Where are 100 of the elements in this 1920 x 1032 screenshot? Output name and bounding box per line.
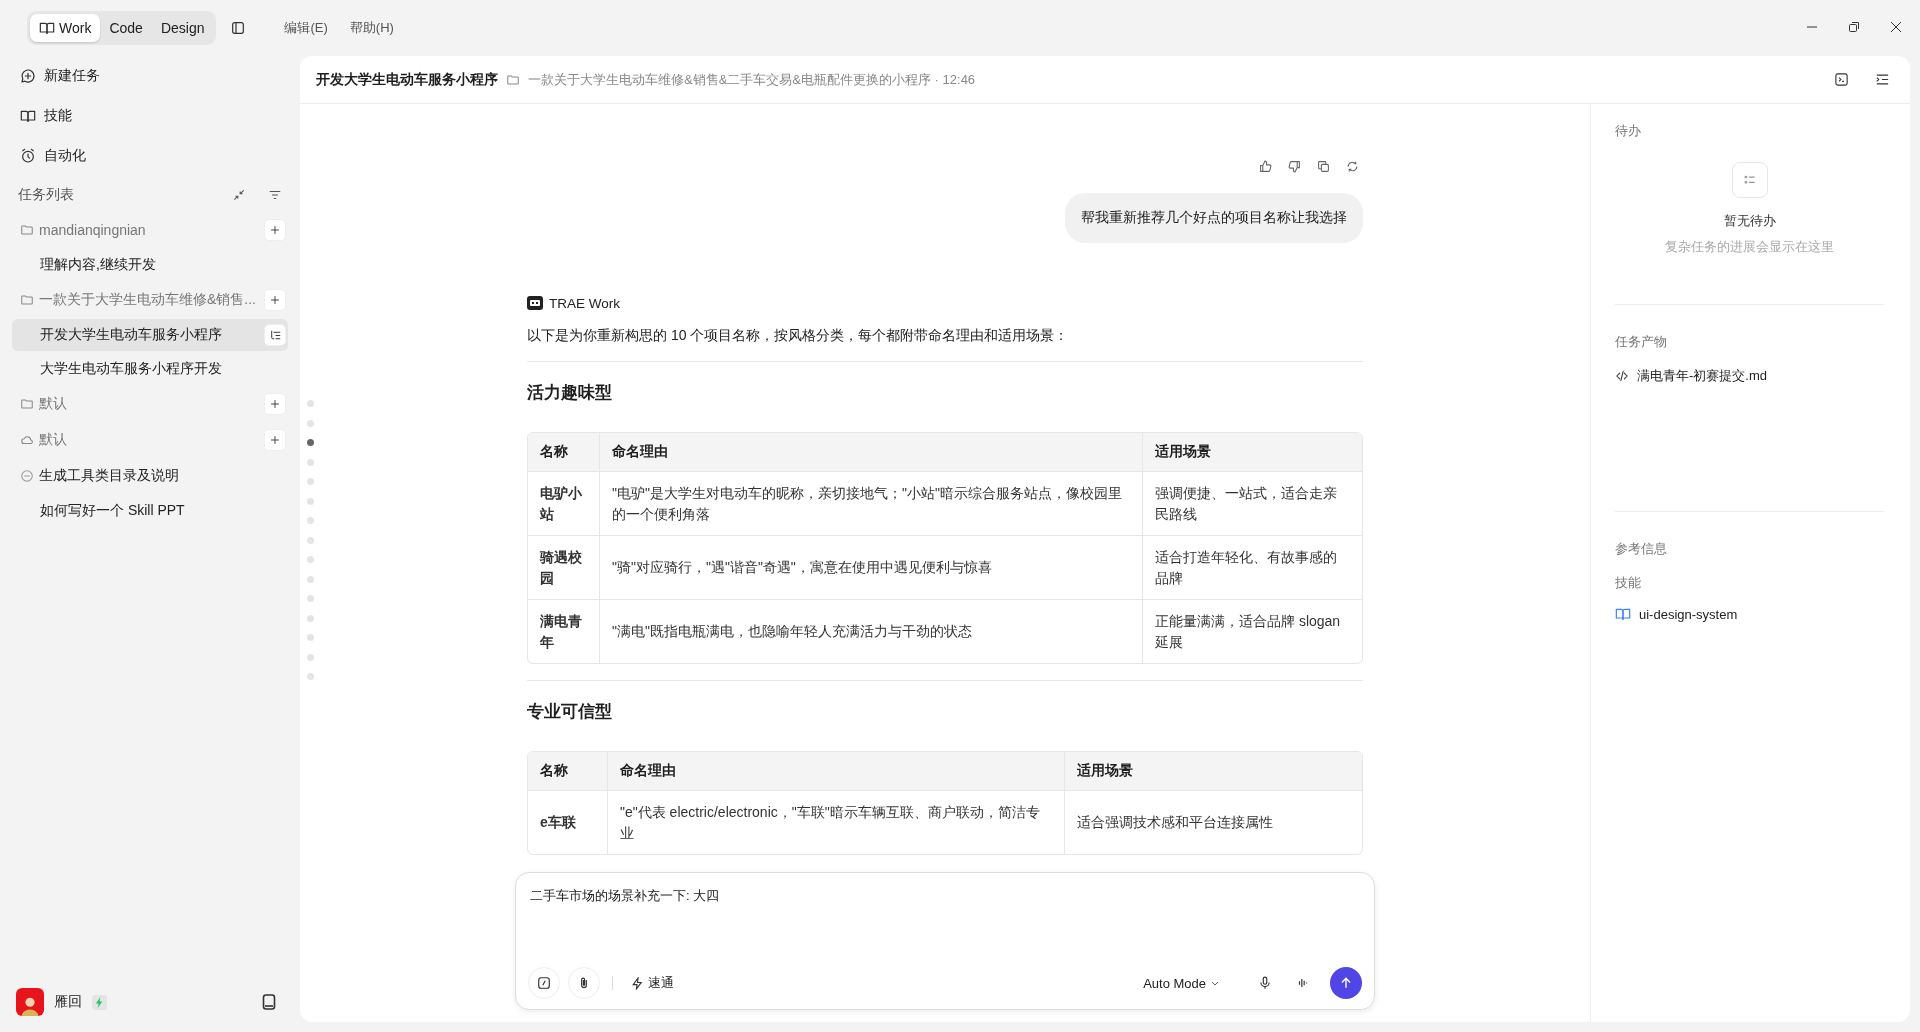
user-message: 帮我重新推荐几个好点的项目名称让我选择 bbox=[1065, 193, 1363, 243]
folder-icon bbox=[506, 72, 520, 87]
timeline-dot[interactable] bbox=[307, 458, 314, 466]
skill-link[interactable]: ui-design-system bbox=[1615, 606, 1884, 622]
references-title: 参考信息 bbox=[1615, 540, 1668, 558]
timeline-dot[interactable] bbox=[307, 614, 314, 622]
arrow-up-icon bbox=[1339, 976, 1353, 990]
table-cell: 正能量满满，适合品牌 slogan 延展 bbox=[1143, 599, 1362, 663]
task-title: 开发大学生电动车服务小程序 bbox=[316, 70, 498, 89]
task-list-title: 任务列表 bbox=[18, 186, 74, 204]
plus-icon bbox=[269, 398, 281, 410]
table-cell: 强调便捷、一站式，适合走亲民路线 bbox=[1143, 471, 1362, 535]
outline-button[interactable] bbox=[264, 324, 286, 346]
table-cell: "骑"对应骑行，"遇"谐音"奇遇"，寓意在使用中遇见便利与惊喜 bbox=[600, 535, 1143, 599]
task-item[interactable]: 理解内容,继续开发 bbox=[12, 249, 288, 281]
task-group[interactable]: mandianqingnian bbox=[20, 222, 146, 238]
column-header: 命名理由 bbox=[608, 752, 1065, 790]
task-item[interactable]: 大学生电动车服务小程序开发 bbox=[12, 353, 288, 385]
code-icon bbox=[1615, 369, 1629, 383]
folder-icon bbox=[20, 223, 34, 237]
minus-circle-icon bbox=[20, 469, 34, 483]
intro-text: 以下是为你重新构思的 10 个项目名称，按风格分类，每个都附带命名理由和适用场景： bbox=[527, 327, 1070, 345]
task-group[interactable]: 默认 bbox=[20, 395, 67, 413]
empty-hint: 复杂任务的进展会显示在这里 bbox=[1665, 238, 1834, 256]
nav-item[interactable]: 自动化 bbox=[0, 136, 300, 176]
list-tree-icon bbox=[268, 328, 282, 342]
cloud-icon bbox=[20, 433, 34, 447]
add-button[interactable] bbox=[264, 289, 286, 311]
timeline-dot[interactable] bbox=[307, 595, 314, 602]
plus-icon bbox=[269, 434, 281, 446]
outputs-title: 任务产物 bbox=[1615, 333, 1668, 351]
section-heading: 活力趣味型 bbox=[527, 382, 613, 403]
task-item[interactable]: 如何写好一个 Skill PPT bbox=[12, 495, 288, 527]
menu-item[interactable]: 帮助(H) bbox=[343, 19, 400, 37]
timeline-dot[interactable] bbox=[307, 478, 314, 485]
section-heading: 专业可信型 bbox=[527, 701, 613, 722]
empty-title: 暂无待办 bbox=[1723, 212, 1776, 230]
table-cell: 电驴小站 bbox=[528, 471, 600, 535]
table-cell: e车联 bbox=[528, 790, 608, 854]
folder-icon bbox=[20, 397, 34, 411]
plus-icon bbox=[269, 294, 281, 306]
command-button[interactable] bbox=[528, 967, 560, 999]
timeline-dot[interactable] bbox=[307, 497, 314, 505]
task-item[interactable]: 开发大学生电动车服务小程序 bbox=[12, 319, 288, 351]
mode-tab[interactable]: Design bbox=[151, 14, 214, 42]
column-header: 名称 bbox=[528, 752, 608, 790]
task-group[interactable]: 默认 bbox=[20, 431, 67, 449]
menu-item[interactable]: 编辑(E) bbox=[278, 19, 334, 37]
timeline-dot[interactable] bbox=[307, 400, 314, 407]
output-file[interactable]: 满电青年-初赛提交.md bbox=[1615, 367, 1884, 385]
table-cell: 骑遇校园 bbox=[528, 535, 600, 599]
nav-item[interactable]: 新建任务 bbox=[0, 56, 300, 96]
folder-icon bbox=[20, 293, 34, 307]
timeline-dot[interactable] bbox=[307, 419, 314, 427]
add-button[interactable] bbox=[264, 219, 286, 241]
add-button[interactable] bbox=[264, 393, 286, 415]
table-cell: "满电"既指电瓶满电，也隐喻年轻人充满活力与干劲的状态 bbox=[600, 599, 1143, 663]
bolt-badge bbox=[92, 994, 107, 1010]
table-cell: 适合打造年轻化、有故事感的品牌 bbox=[1143, 535, 1362, 599]
slash-icon bbox=[537, 976, 551, 990]
column-header: 适用场景 bbox=[1143, 433, 1362, 471]
empty-list-icon bbox=[1731, 162, 1768, 198]
column-header: 适用场景 bbox=[1065, 752, 1362, 790]
chat-plus-icon bbox=[20, 68, 36, 84]
plus-icon bbox=[269, 224, 281, 236]
mode-select[interactable]: Auto Mode bbox=[1137, 974, 1226, 992]
timeline-dot[interactable] bbox=[307, 536, 314, 544]
book-icon bbox=[39, 20, 55, 36]
speed-button[interactable]: 速通 bbox=[625, 973, 680, 993]
timeline-dot[interactable] bbox=[307, 653, 314, 661]
user-name: 雁回 bbox=[54, 993, 82, 1011]
send-button[interactable] bbox=[1330, 967, 1362, 999]
message-input[interactable]: 二手车市场的场景补充一下: 大四 速通 Auto Mode bbox=[515, 872, 1375, 1010]
add-button[interactable] bbox=[264, 429, 286, 451]
timeline-dot[interactable] bbox=[307, 634, 314, 641]
project-info: 一款关于大学生电动车维修&销售&二手车交易&电瓶配件更换的小程序 · 12:46 bbox=[528, 70, 976, 89]
timeline-dot[interactable] bbox=[307, 439, 314, 446]
attach-button[interactable] bbox=[568, 967, 600, 999]
timeline-dot[interactable] bbox=[307, 517, 314, 524]
bot-icon bbox=[527, 295, 543, 311]
task-group[interactable]: 生成工具类目录及说明 bbox=[20, 467, 179, 485]
book-icon bbox=[1615, 606, 1631, 622]
timeline-dot[interactable] bbox=[307, 575, 314, 583]
nav-item[interactable]: 技能 bbox=[0, 96, 300, 136]
timeline-dot[interactable] bbox=[307, 556, 314, 563]
table-cell: "电驴"是大学生对电动车的昵称，亲切接地气；"小站"暗示综合服务站点，像校园里的一个便利角落 bbox=[600, 471, 1143, 535]
skills-title: 技能 bbox=[1615, 574, 1642, 592]
timeline-dot[interactable] bbox=[307, 673, 314, 680]
assistant-name: TRAE Work bbox=[549, 295, 620, 311]
alarm-clock-icon bbox=[20, 148, 36, 164]
bolt-icon bbox=[631, 976, 644, 990]
avatar[interactable] bbox=[16, 988, 44, 1016]
mode-tab[interactable]: Work bbox=[30, 14, 101, 42]
column-header: 名称 bbox=[528, 433, 600, 471]
table-cell: 满电青年 bbox=[528, 599, 600, 663]
book-icon bbox=[20, 108, 36, 124]
task-group[interactable]: 一款关于大学生电动车维修&销售... bbox=[20, 291, 256, 309]
mode-tab[interactable]: Code bbox=[100, 14, 152, 42]
column-header: 命名理由 bbox=[600, 433, 1143, 471]
table-cell: "e"代表 electric/electronic，"车联"暗示车辆互联、商户联动，简洁专业 bbox=[608, 790, 1065, 854]
